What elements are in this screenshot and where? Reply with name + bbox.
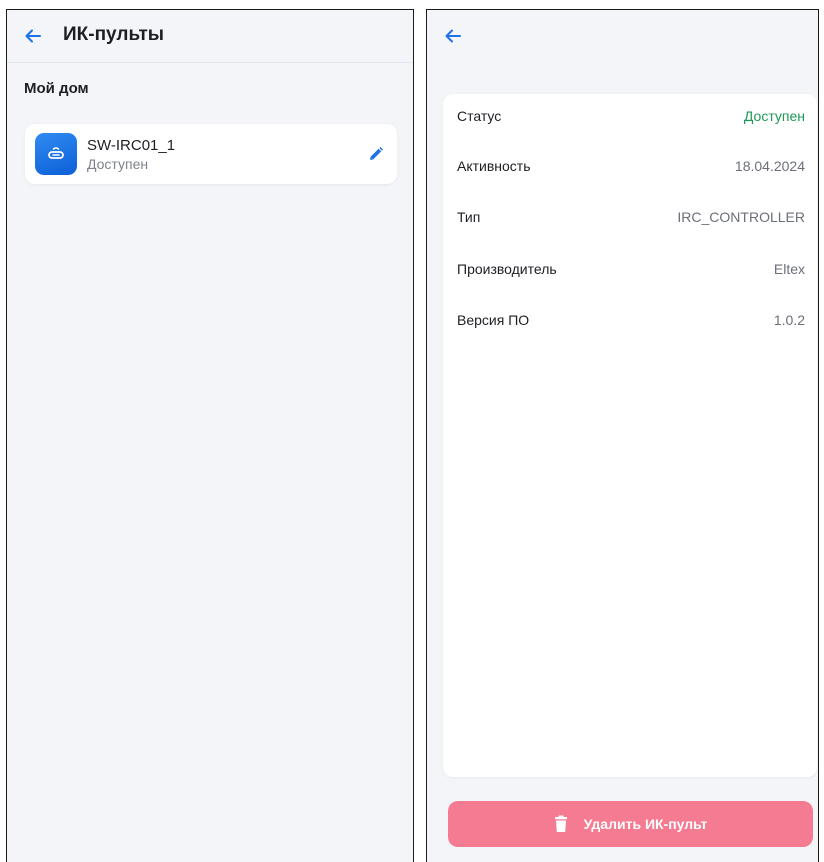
info-row-type: Тип IRC_CONTROLLER <box>443 205 817 229</box>
info-row-firmware: Версия ПО 1.0.2 <box>443 308 817 332</box>
device-detail-screen: Статус Доступен Активность 18.04.2024 Ти… <box>426 9 819 862</box>
back-button[interactable] <box>19 22 47 50</box>
arrow-left-icon <box>445 29 461 43</box>
info-row-status: Статус Доступен <box>443 104 817 128</box>
info-label: Активность <box>457 158 531 174</box>
delete-ir-remote-button[interactable]: Удалить ИК-пульт <box>448 801 813 847</box>
manufacturer-value: Eltex <box>773 261 805 277</box>
trash-icon <box>554 815 567 832</box>
info-row-activity: Активность 18.04.2024 <box>443 154 817 178</box>
arrow-left-icon <box>25 29 41 43</box>
ir-remote-icon <box>48 147 64 159</box>
section-title-home: Мой дом <box>24 80 89 97</box>
firmware-version-value: 1.0.2 <box>773 312 805 328</box>
ir-remotes-list-screen: ИК-пульты Мой дом SW-IRC01_1 Доступен <box>6 9 414 862</box>
activity-value: 18.04.2024 <box>734 158 805 174</box>
app-bar <box>427 10 818 62</box>
device-info-card: Статус Доступен Активность 18.04.2024 Ти… <box>443 94 817 777</box>
app-bar: ИК-пульты <box>7 10 413 63</box>
info-label: Тип <box>457 209 481 225</box>
device-card[interactable]: SW-IRC01_1 Доступен <box>25 124 397 184</box>
page-title: ИК-пульты <box>63 24 164 45</box>
edit-device-button[interactable] <box>365 143 387 165</box>
info-label: Версия ПО <box>457 312 530 328</box>
device-status: Доступен <box>87 156 149 172</box>
info-label: Статус <box>457 108 502 124</box>
status-value: Доступен <box>743 108 805 124</box>
delete-button-label: Удалить ИК-пульт <box>583 816 708 832</box>
type-value: IRC_CONTROLLER <box>677 209 805 225</box>
info-row-manufacturer: Производитель Eltex <box>443 257 817 281</box>
device-icon <box>35 133 77 175</box>
back-button[interactable] <box>439 22 467 50</box>
pencil-icon <box>370 147 383 160</box>
device-name: SW-IRC01_1 <box>87 137 176 154</box>
info-label: Производитель <box>457 261 557 277</box>
